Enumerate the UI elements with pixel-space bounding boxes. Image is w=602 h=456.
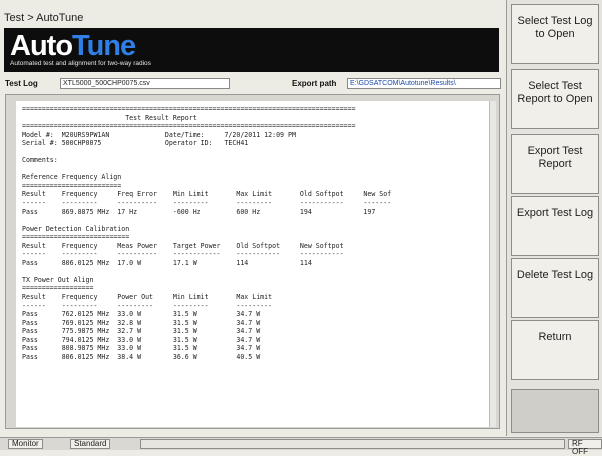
tab-standard[interactable]: Standard <box>70 439 111 449</box>
export-test-report-button[interactable]: Export Test Report <box>511 134 599 194</box>
window-title: Test > AutoTune <box>4 12 84 24</box>
export-path-field[interactable]: E:\GDSATCOM\Autotune\Results\ <box>347 78 501 89</box>
status-message-area <box>140 439 565 449</box>
test-log-label: Test Log <box>5 79 38 88</box>
report-document[interactable]: ========================================… <box>16 101 496 427</box>
autotune-banner: AutoTune Automated test and alignment fo… <box>4 28 499 72</box>
report-text: ========================================… <box>22 105 392 361</box>
delete-test-log-button[interactable]: Delete Test Log <box>511 258 599 318</box>
main-panel: Test > AutoTune AutoTune Automated test … <box>0 0 507 436</box>
logo-text-tune: Tune <box>72 30 136 62</box>
sidebar-empty-slot <box>511 389 599 433</box>
export-test-log-button[interactable]: Export Test Log <box>511 196 599 256</box>
select-test-log-button[interactable]: Select Test Log to Open <box>511 4 599 64</box>
export-test-report-label: Export Test Report <box>527 145 583 170</box>
autotune-logo: AutoTune <box>10 30 136 62</box>
report-viewer: ========================================… <box>5 94 500 429</box>
banner-tagline: Automated test and alignment for two-way… <box>10 60 151 67</box>
logo-text-auto: Auto <box>10 30 73 62</box>
tab-monitor[interactable]: Monitor <box>8 439 43 449</box>
test-log-filename-field[interactable]: XTL5000_500CHP0075.csv <box>60 78 230 89</box>
report-scrollbar[interactable] <box>489 101 496 427</box>
status-bar: Monitor Standard RF OFF <box>0 437 602 456</box>
select-test-log-label: Select Test Log to Open <box>517 15 593 40</box>
return-button[interactable]: Return <box>511 320 599 380</box>
export-path-label: Export path <box>292 79 337 88</box>
test-log-bar: Test Log XTL5000_500CHP0075.csv Export p… <box>4 78 501 90</box>
export-test-log-label: Export Test Log <box>516 207 594 219</box>
action-sidebar: Select Test Log to Open Select Test Repo… <box>507 0 602 436</box>
select-test-report-button[interactable]: Select Test Report to Open <box>511 69 599 129</box>
delete-test-log-label: Delete Test Log <box>516 269 594 281</box>
select-test-report-label: Select Test Report to Open <box>517 80 593 105</box>
rf-status-indicator: RF OFF <box>568 439 602 456</box>
return-label: Return <box>538 331 572 343</box>
